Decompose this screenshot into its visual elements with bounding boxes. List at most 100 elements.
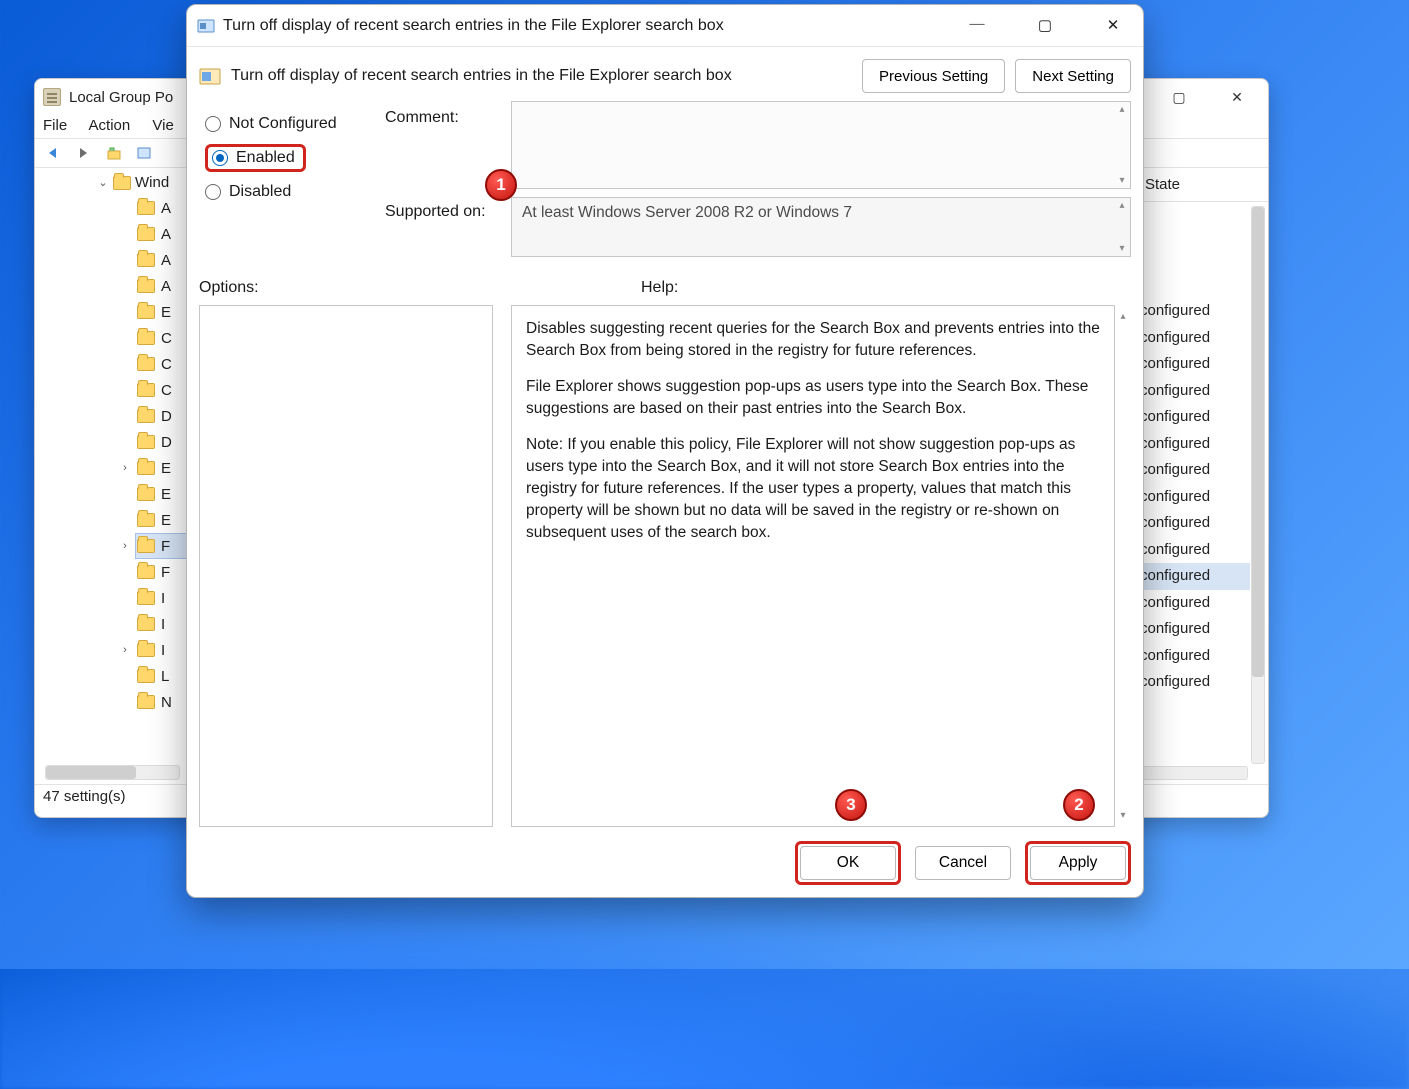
folder-icon (137, 617, 155, 631)
folder-icon (137, 461, 155, 475)
menu-view[interactable]: Vie (152, 117, 173, 134)
help-scrollbar[interactable]: ▴▾ (1115, 305, 1131, 827)
radio-label: Not Configured (229, 115, 337, 133)
tree-item-label: F (161, 538, 170, 555)
label-help: Help: (511, 273, 1131, 297)
settings-v-scrollbar[interactable] (1251, 206, 1265, 764)
state-cell: configured (1140, 431, 1250, 458)
radio-enabled[interactable]: Enabled (205, 144, 306, 172)
state-cell: configured (1140, 325, 1250, 352)
folder-icon (137, 279, 155, 293)
forward-icon[interactable] (71, 142, 97, 164)
tree-item-label: A (161, 252, 171, 269)
bg-close-button[interactable]: ✕ (1222, 89, 1252, 106)
supported-scrollbar[interactable]: ▴▾ (1114, 198, 1130, 256)
help-paragraph: File Explorer shows suggestion pop-ups a… (526, 376, 1100, 420)
tree-item-label: E (161, 486, 171, 503)
annotation-badge-1: 1 (485, 169, 517, 201)
state-radio-group: Not Configured Enabled Disabled (199, 101, 381, 265)
radio-icon (205, 116, 221, 132)
policy-dialog: Turn off display of recent search entrie… (186, 4, 1144, 898)
radio-icon (205, 184, 221, 200)
annotation-badge-2: 2 (1063, 789, 1095, 821)
options-box (199, 305, 493, 827)
folder-icon (137, 253, 155, 267)
column-header-state[interactable]: State (1134, 168, 1250, 201)
folder-icon (137, 357, 155, 371)
dialog-minimize-button[interactable]: — (957, 16, 997, 35)
help-paragraph: Note: If you enable this policy, File Ex… (526, 434, 1100, 544)
state-cell: configured (1140, 669, 1250, 696)
folder-icon (137, 201, 155, 215)
up-folder-icon[interactable] (101, 142, 127, 164)
tree-item-label: N (161, 694, 172, 711)
folder-icon (137, 227, 155, 241)
help-paragraph: Disables suggesting recent queries for t… (526, 318, 1100, 362)
supported-on-box: At least Windows Server 2008 R2 or Windo… (511, 197, 1131, 257)
label-options: Options: (199, 273, 507, 297)
comment-scrollbar[interactable]: ▴▾ (1114, 102, 1130, 188)
tree-item-label: E (161, 304, 171, 321)
help-text-box: Disables suggesting recent queries for t… (511, 305, 1115, 827)
properties-icon[interactable] (131, 142, 157, 164)
back-icon[interactable] (41, 142, 67, 164)
menu-action[interactable]: Action (89, 117, 131, 134)
tree-item-label: C (161, 330, 172, 347)
tree-item-label: C (161, 356, 172, 373)
policy-header-icon (199, 65, 221, 87)
folder-icon (137, 487, 155, 501)
tree-item-label: I (161, 616, 165, 633)
next-setting-button[interactable]: Next Setting (1015, 59, 1131, 93)
tree-pane: ⌄ Wind AAAAECCCDD›EEE›FFII›ILN (35, 168, 195, 784)
chevron-down-icon[interactable]: ⌄ (97, 176, 109, 189)
chevron-right-icon[interactable]: › (119, 644, 131, 656)
cancel-button[interactable]: Cancel (915, 846, 1011, 880)
tree-item-label: E (161, 460, 171, 477)
previous-setting-button[interactable]: Previous Setting (862, 59, 1005, 93)
apply-button[interactable]: Apply (1030, 846, 1126, 880)
chevron-right-icon[interactable]: › (119, 540, 131, 552)
state-cell: configured (1140, 298, 1250, 325)
radio-label: Disabled (229, 183, 291, 201)
folder-icon (137, 513, 155, 527)
folder-icon (137, 331, 155, 345)
state-cell: configured (1140, 484, 1250, 511)
radio-disabled[interactable]: Disabled (199, 175, 381, 209)
radio-label: Enabled (236, 149, 295, 167)
policy-icon (197, 17, 215, 35)
folder-icon (137, 383, 155, 397)
chevron-right-icon[interactable]: › (119, 462, 131, 474)
tree-item-label: C (161, 382, 172, 399)
tree-item-label: I (161, 642, 165, 659)
tree-item-label: L (161, 668, 169, 685)
bg-maximize-button[interactable]: ▢ (1164, 89, 1194, 106)
app-icon (43, 88, 61, 106)
tree-item-label: F (161, 564, 170, 581)
state-cell: configured (1140, 457, 1250, 484)
state-cell: configured (1140, 616, 1250, 643)
tree-item-label: A (161, 226, 171, 243)
comment-textbox[interactable]: ▴▾ (511, 101, 1131, 189)
dialog-maximize-button[interactable]: ▢ (1025, 16, 1065, 35)
state-cell: configured (1140, 643, 1250, 670)
dialog-title: Turn off display of recent search entrie… (223, 17, 724, 35)
tree-h-scrollbar[interactable] (45, 765, 180, 780)
tree-item-label: D (161, 408, 172, 425)
tree-item-label: D (161, 434, 172, 451)
folder-icon (137, 643, 155, 657)
tree-item-label: A (161, 200, 171, 217)
dialog-close-button[interactable]: ✕ (1093, 16, 1133, 35)
state-cell: configured (1140, 404, 1250, 431)
state-cell: configured (1140, 563, 1250, 590)
folder-icon (137, 695, 155, 709)
label-supported-on: Supported on: (385, 197, 507, 257)
dialog-header-title: Turn off display of recent search entrie… (231, 67, 852, 85)
radio-not-configured[interactable]: Not Configured (199, 107, 381, 141)
state-cell: configured (1140, 351, 1250, 378)
tree-item-label: E (161, 512, 171, 529)
menu-file[interactable]: File (43, 117, 67, 134)
annotation-badge-3: 3 (835, 789, 867, 821)
ok-button[interactable]: OK (800, 846, 896, 880)
tree-root-label[interactable]: Wind (135, 174, 169, 191)
tree-item-label: A (161, 278, 171, 295)
